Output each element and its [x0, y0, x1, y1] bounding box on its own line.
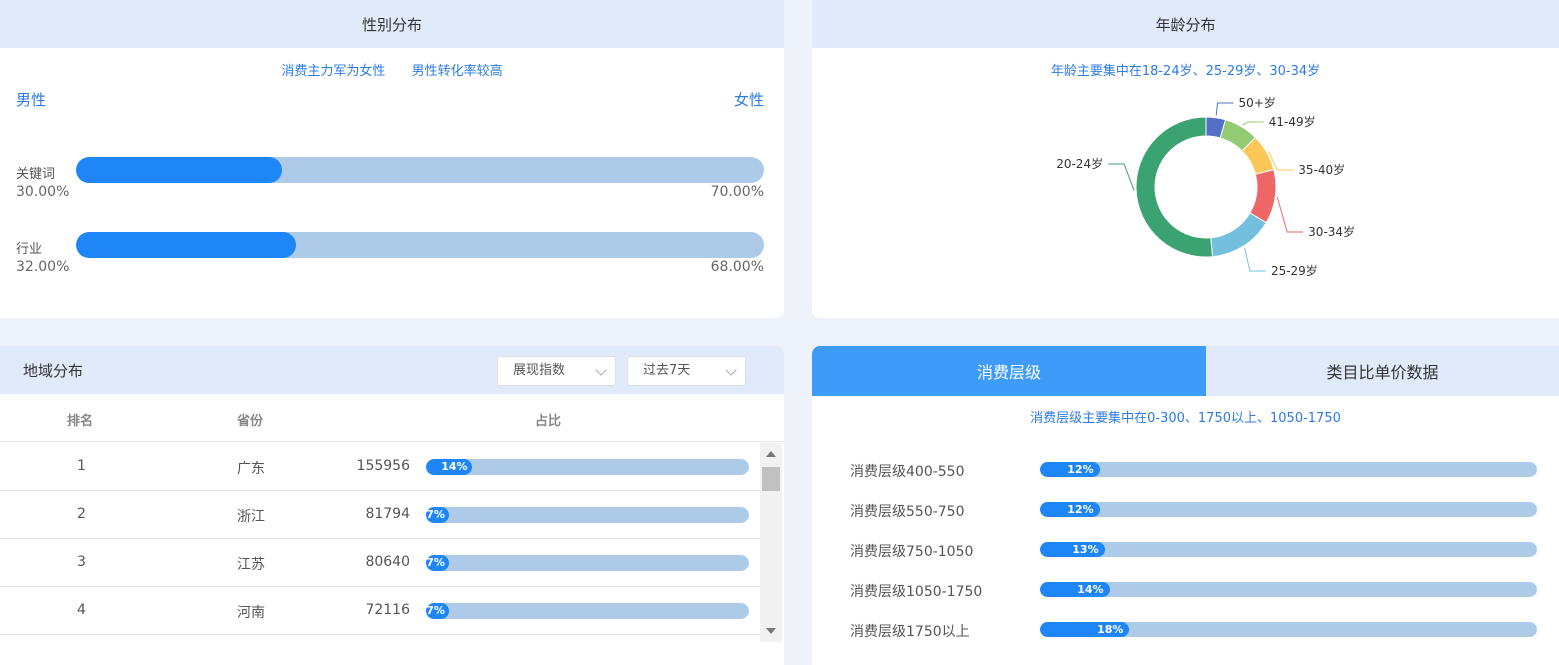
consumption-row: 消费层级400-550 12% — [812, 459, 1559, 480]
tab-consumption-level[interactable]: 消费层级 — [812, 346, 1206, 396]
column-header-rank[interactable]: 排名 — [67, 410, 93, 429]
consumption-panel: 消费层级 类目比单价数据 消费层级主要集中在0-300、1750以上、1050-… — [812, 346, 1559, 665]
consumption-bar: 12% — [1040, 462, 1537, 477]
consumption-level-label: 消费层级550-750 — [850, 504, 965, 520]
table-scrollbar[interactable] — [760, 443, 782, 642]
consumption-row: 消费层级1750以上 18% — [812, 619, 1559, 640]
age-donut-chart: 50+岁 41-49岁 35-40岁 30-34岁 25-29岁 20-24岁 — [1056, 95, 1355, 278]
metric-select[interactable]: 展现指数 — [497, 356, 616, 386]
chevron-down-icon — [725, 364, 737, 376]
consumption-level-label: 消费层级1750以上 — [850, 624, 970, 640]
consumption-tabs: 消费层级 类目比单价数据 — [812, 346, 1559, 396]
region-table-header: 排名 省份 占比 — [0, 394, 784, 442]
table-row: 1 广东 155956 14% — [0, 443, 760, 491]
share-bar: 7% — [426, 603, 749, 619]
gender-title: 性别分布 — [0, 0, 784, 48]
gender-subtitle-2: 男性转化率较高 — [411, 64, 503, 79]
scrollbar-thumb[interactable] — [762, 467, 780, 491]
donut-slice[interactable] — [1249, 168, 1277, 224]
donut-label: 25-29岁 — [1271, 263, 1318, 278]
province-cell: 河南 — [237, 605, 265, 621]
scroll-up-icon[interactable] — [766, 451, 776, 457]
share-bar: 7% — [426, 507, 749, 523]
donut-label: 35-40岁 — [1298, 162, 1345, 177]
donut-slice[interactable] — [1210, 212, 1267, 258]
consumption-bar-fill: 18% — [1040, 622, 1130, 637]
consumption-bar: 13% — [1040, 542, 1537, 557]
male-label: 男性 — [16, 91, 47, 109]
donut-leader-line — [1244, 247, 1266, 272]
metric-select-value: 展现指数 — [513, 363, 566, 378]
consumption-bar: 12% — [1040, 502, 1537, 517]
value-cell: 72116 — [365, 602, 410, 618]
share-bar: 14% — [426, 459, 749, 475]
gender-subtitle-1: 消费主力军为女性 — [281, 64, 386, 79]
female-percent: 68.00% — [710, 259, 764, 275]
consumption-bar: 14% — [1040, 582, 1537, 597]
gender-row-label: 行业 — [16, 242, 43, 257]
table-row: 2 浙江 81794 7% — [0, 491, 760, 539]
male-percent: 32.00% — [16, 259, 70, 275]
consumption-level-label: 消费层级750-1050 — [850, 544, 974, 560]
scroll-down-icon[interactable] — [766, 628, 776, 634]
gender-bar-male-fill — [76, 157, 283, 183]
share-bar-fill: 7% — [426, 603, 449, 619]
consumption-row: 消费层级1050-1750 14% — [812, 579, 1559, 600]
value-cell: 80640 — [365, 554, 410, 570]
gender-bar-male-fill — [76, 232, 297, 258]
donut-leader-line — [1242, 121, 1264, 126]
consumption-level-label: 消费层级1050-1750 — [850, 584, 983, 600]
period-select[interactable]: 过去7天 — [627, 356, 746, 386]
consumption-bar-fill: 12% — [1040, 462, 1100, 477]
gender-panel: 性别分布 消费主力军为女性 男性转化率较高 男性 女性 关键词 30.00% 7… — [0, 0, 784, 318]
consumption-bar-fill: 12% — [1040, 502, 1100, 517]
share-bar-fill: 7% — [426, 555, 449, 571]
province-cell: 浙江 — [237, 509, 265, 525]
gender-bar-industry — [76, 232, 764, 258]
consumption-bar-fill: 13% — [1040, 542, 1105, 557]
province-cell: 广东 — [237, 461, 265, 477]
consumption-bar-fill: 14% — [1040, 582, 1110, 597]
table-row: 3 江苏 80640 7% — [0, 539, 760, 587]
donut-label: 20-24岁 — [1056, 156, 1103, 171]
consumption-row: 消费层级550-750 12% — [812, 499, 1559, 520]
rank-cell: 4 — [77, 602, 86, 618]
consumption-subtitle: 消费层级主要集中在0-300、1750以上、1050-1750 — [1030, 411, 1341, 426]
consumption-bar: 18% — [1040, 622, 1537, 637]
value-cell: 81794 — [365, 506, 410, 522]
value-cell: 155956 — [356, 458, 410, 474]
female-percent: 70.00% — [710, 184, 764, 200]
share-bar-fill: 14% — [426, 459, 472, 475]
gender-bar-keyword — [76, 157, 764, 183]
donut-slice[interactable] — [1135, 116, 1214, 258]
chevron-down-icon — [595, 364, 607, 376]
donut-leader-line — [1108, 163, 1135, 191]
gender-subtitles: 消费主力军为女性 男性转化率较高 — [0, 60, 784, 79]
rank-cell: 1 — [77, 458, 86, 474]
rank-cell: 2 — [77, 506, 86, 522]
donut-label: 50+岁 — [1239, 95, 1276, 110]
tab-category-unit-price[interactable]: 类目比单价数据 — [1206, 346, 1559, 396]
province-cell: 江苏 — [237, 557, 265, 573]
donut-label: 30-34岁 — [1308, 224, 1355, 239]
age-panel: 年龄分布 年龄主要集中在18-24岁、25-29岁、30-34岁 50+岁 41-… — [812, 0, 1559, 318]
consumption-level-label: 消费层级400-550 — [850, 464, 965, 480]
donut-label: 41-49岁 — [1269, 114, 1316, 129]
consumption-row: 消费层级750-1050 13% — [812, 539, 1559, 560]
donut-leader-line — [1215, 102, 1234, 116]
column-header-share[interactable]: 占比 — [535, 410, 561, 429]
rank-cell: 3 — [77, 554, 86, 570]
period-select-value: 过去7天 — [643, 363, 691, 378]
column-header-province[interactable]: 省份 — [237, 410, 263, 429]
donut-leader-line — [1276, 197, 1304, 233]
table-row: 4 河南 72116 7% — [0, 587, 760, 635]
gender-row-label: 关键词 — [16, 167, 56, 182]
share-bar: 7% — [426, 555, 749, 571]
female-label: 女性 — [733, 91, 764, 109]
share-bar-fill: 7% — [426, 507, 449, 523]
male-percent: 30.00% — [16, 184, 70, 200]
region-panel: 地域分布 展现指数 过去7天 排名 省份 占比 1 广东 155956 14% 2 浙江 8… — [0, 346, 784, 665]
